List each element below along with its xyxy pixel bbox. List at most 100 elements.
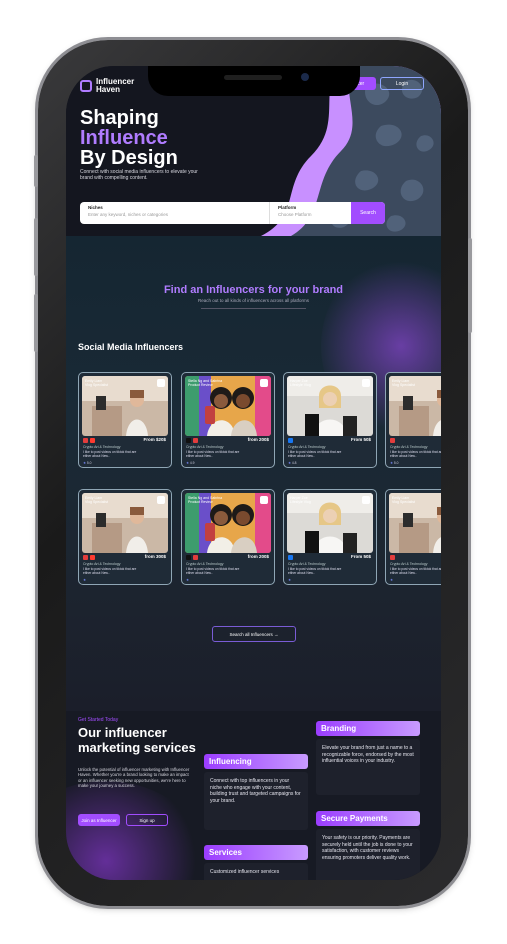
influencing-box: Connect with top influencers in your nic… bbox=[204, 772, 308, 830]
star-icon: ★ bbox=[390, 578, 393, 582]
card-caption: Emily Liam Vlog Specialist bbox=[85, 496, 108, 504]
phone-power-button bbox=[468, 238, 472, 333]
platform-placeholder: Choose Platform bbox=[278, 212, 312, 217]
card-description: I like to post videos on tiktok that are… bbox=[83, 567, 137, 575]
niches-field[interactable]: Niches Enter any keyword, niches or cate… bbox=[80, 202, 269, 224]
social-platform-icon bbox=[186, 555, 191, 560]
rating-value: 5.0 bbox=[86, 461, 92, 465]
bookmark-icon[interactable] bbox=[157, 496, 165, 504]
influencer-card[interactable]: Stella Ng and Sabrina Product Review from… bbox=[181, 372, 275, 468]
join-influencer-button[interactable]: Join as Influencer bbox=[78, 814, 120, 826]
services-eyebrow: Get Started Today bbox=[78, 717, 119, 723]
card-rating: ★ bbox=[186, 578, 189, 582]
payments-box: Your safety is our priority. Payments ar… bbox=[316, 829, 420, 880]
card-price: From $20$ bbox=[143, 437, 166, 442]
card-price: from 200$ bbox=[247, 437, 269, 442]
social-icons bbox=[390, 555, 395, 560]
card-description: I like to post videos on tiktok that are… bbox=[186, 450, 240, 458]
influencer-card[interactable]: Harper Zoe Lifestyle Vlog From 50$ Crypto … bbox=[283, 372, 377, 468]
social-platform-icon bbox=[83, 438, 88, 443]
card-caption: Harper Zoe Lifestyle Vlog bbox=[290, 379, 311, 387]
card-description: I like to post videos on tiktok that are… bbox=[390, 567, 441, 575]
card-category: Crypto Art & Technology bbox=[186, 445, 224, 449]
branding-box: Elevate your brand from just a name to a… bbox=[316, 739, 420, 795]
card-rating: ★ 5.0 bbox=[390, 461, 398, 465]
card-caption: Harper Zoe Lifestyle Vlog bbox=[290, 496, 311, 504]
influencer-card[interactable]: Emily Liam Vlog Specialist from 300$ Crypt… bbox=[78, 489, 172, 585]
services-text: Unlock the potential of influencer marke… bbox=[78, 767, 190, 788]
platform-label: Platform bbox=[278, 205, 297, 210]
rating-value: 5.0 bbox=[393, 461, 399, 465]
card-category: Crypto Art & Technology bbox=[390, 445, 428, 449]
influencer-card[interactable]: Emily Liam Vlog Specialist From $20$ Crypt… bbox=[78, 372, 172, 468]
search-button[interactable]: Search bbox=[351, 202, 385, 224]
influencers-section: Find an Influencers for your brand Reach… bbox=[66, 236, 441, 711]
social-platform-icon bbox=[390, 555, 395, 560]
bookmark-icon[interactable] bbox=[260, 379, 268, 387]
login-button[interactable]: Login bbox=[380, 77, 424, 90]
card-rating: ★ 4.8 bbox=[288, 461, 296, 465]
services-box: Customized influencer services bbox=[204, 863, 308, 880]
search-bar: Niches Enter any keyword, niches or cate… bbox=[80, 202, 385, 224]
bookmark-icon[interactable] bbox=[157, 379, 165, 387]
divider bbox=[201, 308, 306, 309]
brand-line-2: Haven bbox=[96, 85, 121, 94]
card-description: I like to post videos on tiktok that are… bbox=[288, 450, 342, 458]
influencer-card[interactable]: Emily Liam Vlog Specialist Crypto Art & T… bbox=[385, 489, 441, 585]
find-subtitle: Reach out to all kinds of influencers ac… bbox=[197, 298, 310, 303]
brand-mark-icon bbox=[80, 80, 92, 92]
card-category: Crypto Art & Technology bbox=[288, 445, 326, 449]
social-platform-icon bbox=[83, 555, 88, 560]
social-icons bbox=[288, 555, 293, 560]
social-platform-icon bbox=[193, 555, 198, 560]
brand-logo[interactable]: Influencer Haven bbox=[80, 78, 134, 94]
app-screen: Influencer Haven luencer Login Shaping I… bbox=[66, 66, 441, 880]
card-rating: ★ bbox=[288, 578, 291, 582]
hero-headline: Shaping Influence By Design bbox=[80, 108, 178, 168]
brand-name: Influencer Haven bbox=[96, 78, 134, 94]
bookmark-icon[interactable] bbox=[362, 496, 370, 504]
platform-select[interactable]: Platform Choose Platform bbox=[269, 202, 351, 224]
card-price: From 50$ bbox=[350, 437, 371, 442]
card-category: Crypto Art & Technology bbox=[83, 445, 121, 449]
rating-value: 4.9 bbox=[189, 461, 195, 465]
find-title: Find an Influencers for your brand bbox=[163, 284, 344, 296]
card-category: Crypto Art & Technology bbox=[83, 562, 121, 566]
star-icon: ★ bbox=[186, 578, 189, 582]
influencer-card[interactable]: Stella Ng and Sabrina Product Review from… bbox=[181, 489, 275, 585]
card-rating: ★ 4.9 bbox=[186, 461, 194, 465]
niches-label: Niches bbox=[88, 205, 103, 210]
rating-value: 4.8 bbox=[291, 461, 297, 465]
payments-tag: Secure Payments bbox=[316, 811, 420, 826]
hero-line-1: Shaping bbox=[80, 107, 159, 129]
bookmark-icon[interactable] bbox=[260, 496, 268, 504]
card-rating: ★ 5.0 bbox=[83, 461, 91, 465]
niches-input[interactable]: Enter any keyword, niches or categories bbox=[88, 212, 261, 217]
hero-line-2: Influence bbox=[80, 127, 168, 149]
card-category: Crypto Art & Technology bbox=[186, 562, 224, 566]
card-caption: Emily Liam Vlog Specialist bbox=[85, 379, 108, 387]
card-description: I like to post videos on tiktok that are… bbox=[288, 567, 342, 575]
influencer-card[interactable]: Harper Zoe Lifestyle Vlog From 50$ Crypto … bbox=[283, 489, 377, 585]
card-rating: ★ bbox=[83, 578, 86, 582]
social-icons bbox=[288, 438, 293, 443]
card-price: from 300$ bbox=[144, 554, 166, 559]
bookmark-icon[interactable] bbox=[362, 379, 370, 387]
card-rating: ★ bbox=[390, 578, 393, 582]
social-platform-icon bbox=[193, 438, 198, 443]
card-price: from 200$ bbox=[247, 554, 269, 559]
star-icon: ★ bbox=[83, 578, 86, 582]
star-icon: ★ bbox=[288, 578, 291, 582]
phone-volume-down bbox=[34, 294, 38, 352]
phone-side-button bbox=[34, 155, 38, 187]
services-signup-button[interactable]: Sign up bbox=[126, 814, 168, 826]
influencer-card[interactable]: Emily Liam Vlog Specialist Crypto Art & T… bbox=[385, 372, 441, 468]
hero-line-3: By Design bbox=[80, 147, 178, 169]
social-icons bbox=[83, 438, 95, 443]
search-all-influencers-button[interactable]: Search all Influencers → bbox=[212, 626, 296, 642]
card-category: Crypto Art & Technology bbox=[390, 562, 428, 566]
card-price: From 50$ bbox=[350, 554, 371, 559]
social-icons bbox=[186, 555, 198, 560]
services-title: Our influencer marketing services bbox=[78, 725, 196, 755]
glow-decoration bbox=[66, 781, 206, 880]
